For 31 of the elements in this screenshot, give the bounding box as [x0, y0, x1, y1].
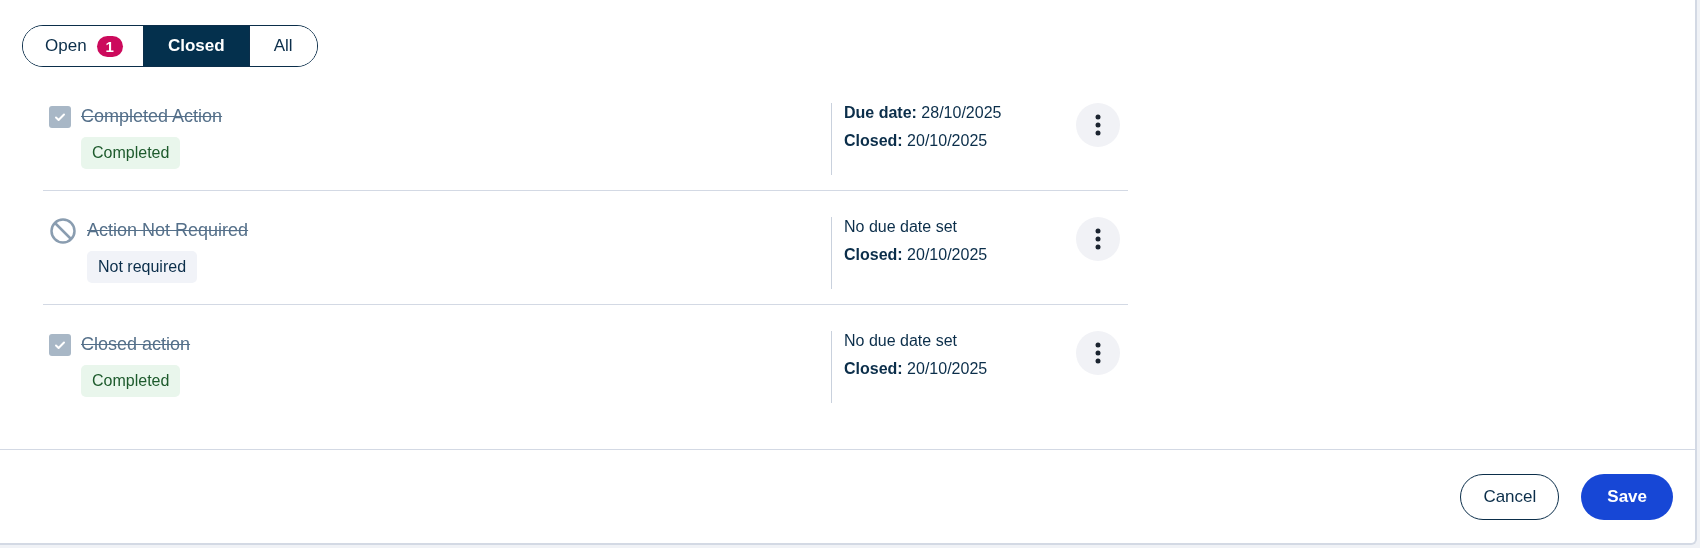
filter-tab[interactable]: All	[248, 26, 317, 66]
tab-label: Closed	[167, 35, 225, 58]
date-info: Due date: 28/10/2025	[844, 103, 1003, 123]
count-badge: 1	[96, 35, 123, 57]
action-title[interactable]: Completed Action	[81, 105, 223, 127]
checkbox[interactable]	[49, 334, 71, 356]
action-title[interactable]: Closed action	[81, 333, 191, 355]
tab-label: Open	[45, 35, 87, 58]
date-info: Closed: 20/10/2025	[844, 245, 989, 265]
checkbox[interactable]	[49, 106, 71, 128]
more-options-button[interactable]	[1076, 331, 1120, 375]
date-info: Closed: 20/10/2025	[844, 131, 989, 151]
more-options-icon	[1095, 114, 1101, 136]
save-button[interactable]: Save	[1581, 473, 1673, 520]
checkmark-icon	[54, 111, 66, 123]
status-tag: Completed	[81, 137, 181, 169]
more-options-button[interactable]	[1076, 103, 1120, 147]
more-options-icon	[1095, 342, 1101, 364]
date-info: No due date set	[844, 217, 958, 237]
status-tag: Not required	[87, 251, 198, 283]
more-options-icon	[1095, 228, 1101, 250]
tab-label: All	[273, 35, 293, 58]
status-tag: Completed	[81, 365, 181, 397]
date-info: Closed: 20/10/2025	[844, 359, 989, 379]
action-title[interactable]: Action Not Required	[87, 219, 249, 241]
filter-tab[interactable]: Closed	[142, 26, 249, 66]
date-info: No due date set	[844, 331, 958, 351]
checkmark-icon	[54, 339, 66, 351]
prohibited-icon	[49, 217, 77, 245]
cancel-button[interactable]: Cancel	[1460, 473, 1560, 520]
more-options-button[interactable]	[1076, 217, 1120, 261]
